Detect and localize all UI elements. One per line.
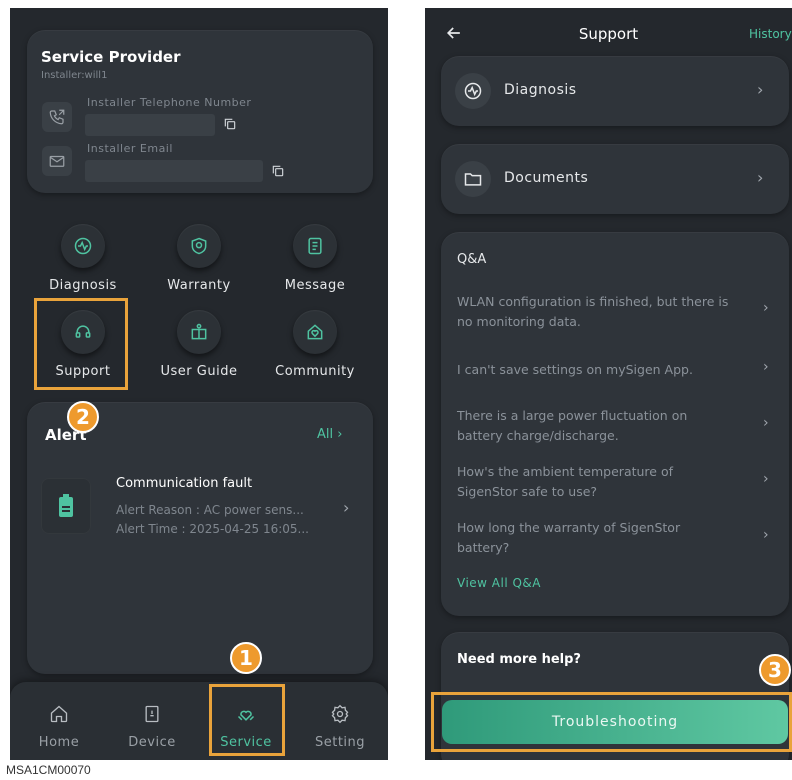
provider-title: Service Provider (41, 48, 181, 66)
history-link[interactable]: History (749, 27, 792, 41)
email-label: Installer Email (87, 142, 173, 155)
documents-label: Documents (504, 170, 589, 186)
copy-email-icon[interactable] (271, 163, 285, 182)
service-provider-card: Service Provider Installer:will1 Install… (27, 30, 373, 193)
tab-home[interactable]: Home (19, 735, 99, 750)
page-title: Support (578, 25, 639, 43)
step-badge-2: 2 (67, 401, 99, 433)
diagnosis-icon[interactable] (61, 224, 105, 268)
chevron-right-icon: › (763, 471, 769, 487)
alert-time: Alert Time : 2025-04-25 16:05... (116, 522, 309, 536)
alert-fault-title: Communication fault (116, 476, 253, 491)
chevron-right-icon: › (763, 527, 769, 543)
phone-icon (42, 102, 72, 132)
qa-item[interactable]: There is a large power fluctuation on ba… (457, 406, 717, 446)
folder-icon (455, 161, 491, 197)
qa-item[interactable]: How's the ambient temperature of SigenSt… (457, 462, 717, 502)
documents-row[interactable]: Documents › (441, 144, 789, 214)
step-badge-3: 3 (759, 654, 791, 686)
step-badge-1: 1 (230, 642, 262, 674)
tab-device[interactable]: Device (112, 735, 192, 750)
copy-phone-icon[interactable] (223, 116, 237, 135)
user-guide-icon[interactable] (177, 310, 221, 354)
grid-label-diagnosis[interactable]: Diagnosis (28, 278, 138, 293)
chevron-right-icon: › (763, 300, 769, 316)
alert-all-link[interactable]: All › (317, 427, 342, 442)
grid-label-message[interactable]: Message (260, 278, 370, 293)
alert-item[interactable]: Communication fault Alert Reason : AC po… (27, 468, 373, 548)
battery-icon (41, 478, 91, 534)
service-screen: Service Provider Installer:will1 Install… (10, 8, 388, 760)
diagnosis-icon (455, 73, 491, 109)
support-screen: Support History Diagnosis › Documents › … (425, 8, 792, 760)
grid-label-warranty[interactable]: Warranty (144, 278, 254, 293)
help-title: Need more help? (457, 652, 581, 667)
chevron-right-icon: › (763, 359, 769, 375)
tab-setting[interactable]: Setting (300, 735, 380, 750)
alert-card: Alert All › Communication fault Alert Re… (27, 402, 373, 674)
email-icon (42, 146, 72, 176)
chevron-right-icon: › (763, 415, 769, 431)
figure-caption: MSA1CM00070 (6, 763, 91, 777)
diagnosis-row[interactable]: Diagnosis › (441, 56, 789, 126)
qa-item[interactable]: WLAN configuration is finished, but ther… (457, 292, 747, 332)
troubleshooting-highlight-box (431, 692, 792, 752)
chevron-right-icon: › (343, 498, 350, 517)
setting-icon[interactable] (330, 704, 350, 728)
community-icon[interactable] (293, 310, 337, 354)
alert-all-label[interactable]: All (317, 427, 333, 442)
phone-field (85, 114, 215, 136)
bottom-tab-bar: Home Device Service Setting (10, 682, 388, 760)
qa-item[interactable]: I can't save settings on mySigen App. (457, 360, 747, 380)
view-all-qa-link[interactable]: View All Q&A (457, 576, 541, 590)
diagnosis-label: Diagnosis (504, 82, 577, 98)
qa-title: Q&A (457, 252, 487, 267)
alert-reason: Alert Reason : AC power sens... (116, 503, 304, 517)
message-icon[interactable] (293, 224, 337, 268)
chevron-right-icon: › (757, 80, 764, 99)
qa-item[interactable]: How long the warranty of SigenStor batte… (457, 518, 717, 558)
installer-name: Installer:will1 (41, 70, 108, 81)
home-icon[interactable] (49, 704, 69, 728)
email-field (85, 160, 263, 182)
grid-label-user-guide[interactable]: User Guide (144, 364, 254, 379)
qa-card: Q&A WLAN configuration is finished, but … (441, 232, 789, 616)
support-highlight-box (34, 298, 128, 390)
chevron-right-icon: › (337, 427, 343, 442)
phone-label: Installer Telephone Number (87, 96, 252, 109)
warranty-icon[interactable] (177, 224, 221, 268)
grid-label-community[interactable]: Community (260, 364, 370, 379)
device-icon[interactable] (142, 704, 162, 728)
service-tab-highlight-box (209, 684, 285, 756)
chevron-right-icon: › (757, 168, 764, 187)
